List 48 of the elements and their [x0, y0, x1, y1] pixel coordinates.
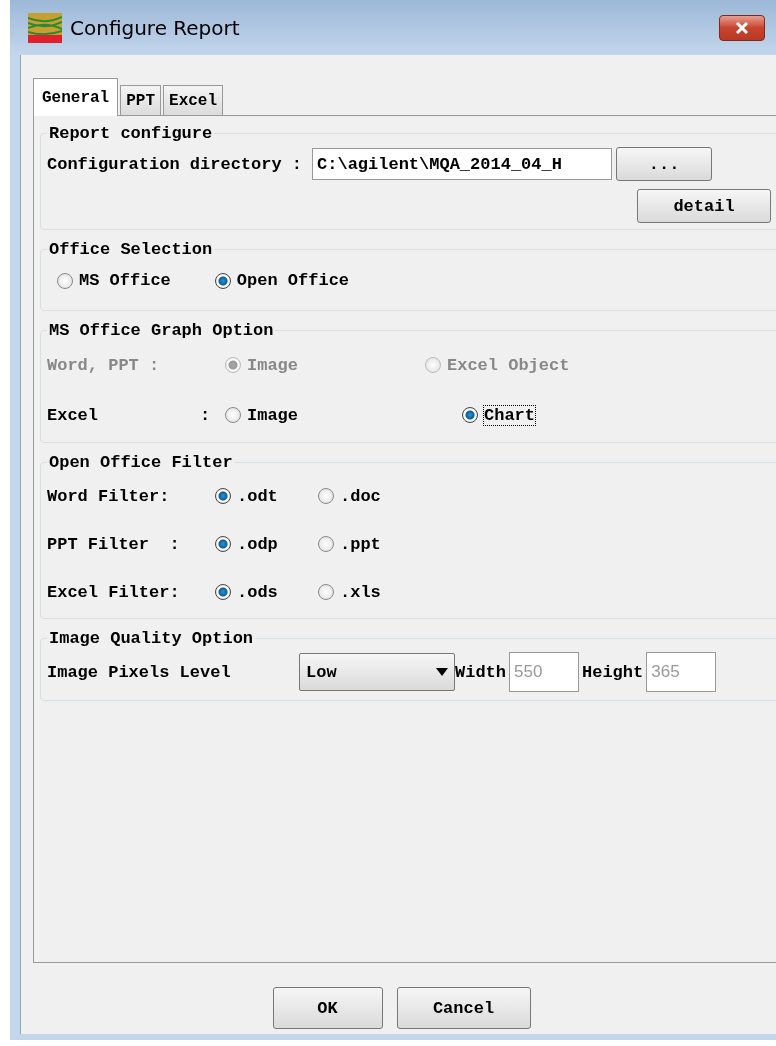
- tab[interactable]: Excel: [163, 85, 224, 115]
- radio-button[interactable]: [215, 488, 231, 504]
- radio-option[interactable]: Open Office: [214, 271, 350, 290]
- radio-option[interactable]: .odp: [215, 534, 318, 554]
- radio-option[interactable]: .xls: [318, 582, 421, 602]
- close-icon: [735, 21, 749, 34]
- row-label: Excel :: [47, 405, 212, 425]
- radio-option[interactable]: .odt: [215, 486, 318, 506]
- radio-button[interactable]: [215, 584, 231, 600]
- tab[interactable]: General: [33, 78, 119, 116]
- radio-option[interactable]: MS Office: [57, 271, 171, 290]
- radio-button[interactable]: [57, 272, 73, 289]
- level-dropdown[interactable]: Low: [299, 653, 455, 691]
- field-label: Image Pixels Level: [47, 662, 232, 682]
- radio-option[interactable]: Chart: [462, 405, 535, 425]
- dialog-button[interactable]: Cancel: [396, 987, 531, 1029]
- radio-button[interactable]: [214, 272, 231, 289]
- window-title: Configure Report: [70, 15, 241, 40]
- close-button[interactable]: [719, 14, 765, 41]
- radio-button[interactable]: [462, 407, 478, 423]
- radio-option[interactable]: .ppt: [318, 534, 421, 554]
- group-title: Image Quality Option: [48, 629, 255, 648]
- group-title: Report configure: [48, 124, 214, 143]
- browse-button[interactable]: ...: [616, 147, 713, 181]
- radio-button[interactable]: [215, 536, 231, 552]
- app-icon: [28, 12, 62, 43]
- directory-field[interactable]: C:\agilent\MQA_2014_04_H: [312, 148, 613, 180]
- group-title: Office Selection: [48, 240, 214, 259]
- field-label: Width: [455, 662, 506, 682]
- row-label: Word, PPT :: [47, 355, 161, 375]
- group-title: Open Office Filter: [48, 453, 234, 472]
- detail-button[interactable]: detail: [637, 189, 771, 223]
- row-label: Word Filter:: [47, 486, 171, 506]
- radio-option[interactable]: .ods: [215, 582, 318, 602]
- radio-button[interactable]: [318, 536, 334, 552]
- dialog-button[interactable]: OK: [272, 987, 383, 1029]
- group-title: MS Office Graph Option: [48, 321, 275, 340]
- radio-button[interactable]: [318, 488, 334, 504]
- field-label: Height: [582, 662, 644, 682]
- radio-option[interactable]: Image: [225, 405, 462, 425]
- row-label: Excel Filter:: [47, 582, 181, 602]
- radio-button[interactable]: [318, 584, 334, 600]
- radio-button[interactable]: [225, 407, 241, 423]
- row-label: PPT Filter :: [47, 534, 181, 554]
- dropdown-arrow-icon: [436, 668, 448, 676]
- field-label: Configuration directory :: [47, 154, 303, 174]
- tab[interactable]: PPT: [120, 85, 162, 115]
- radio-option[interactable]: .doc: [318, 486, 421, 506]
